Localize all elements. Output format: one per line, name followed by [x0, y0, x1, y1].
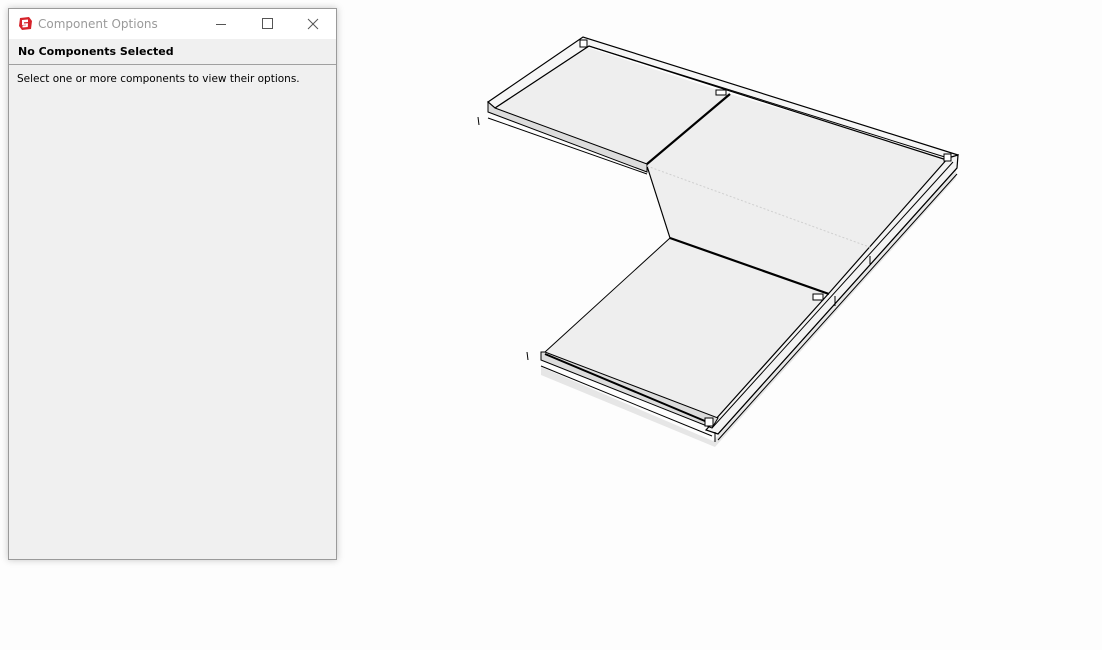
window-title: Component Options: [38, 17, 158, 31]
corner-notch: [943, 153, 952, 162]
minimize-button[interactable]: [198, 9, 244, 39]
maximize-button[interactable]: [244, 9, 290, 39]
close-button[interactable]: [290, 9, 336, 39]
maximize-icon: [262, 18, 273, 29]
panel-body: Select one or more components to view th…: [9, 65, 336, 559]
corner-notch: [715, 89, 727, 96]
panel-header: No Components Selected: [9, 39, 336, 65]
component-options-window[interactable]: Component Options No Components Selected…: [8, 8, 337, 560]
tick-mark: [526, 351, 529, 361]
close-icon: [307, 18, 319, 30]
sketchup-icon: [19, 17, 32, 30]
selection-hint-text: Select one or more components to view th…: [17, 73, 300, 85]
selection-status-heading: No Components Selected: [18, 45, 174, 58]
corner-notch: [812, 293, 824, 301]
title-bar[interactable]: Component Options: [9, 9, 336, 39]
tick-mark: [477, 116, 480, 126]
minimize-icon: [216, 24, 226, 25]
corner-notch: [579, 39, 588, 48]
corner-notch: [704, 417, 714, 427]
